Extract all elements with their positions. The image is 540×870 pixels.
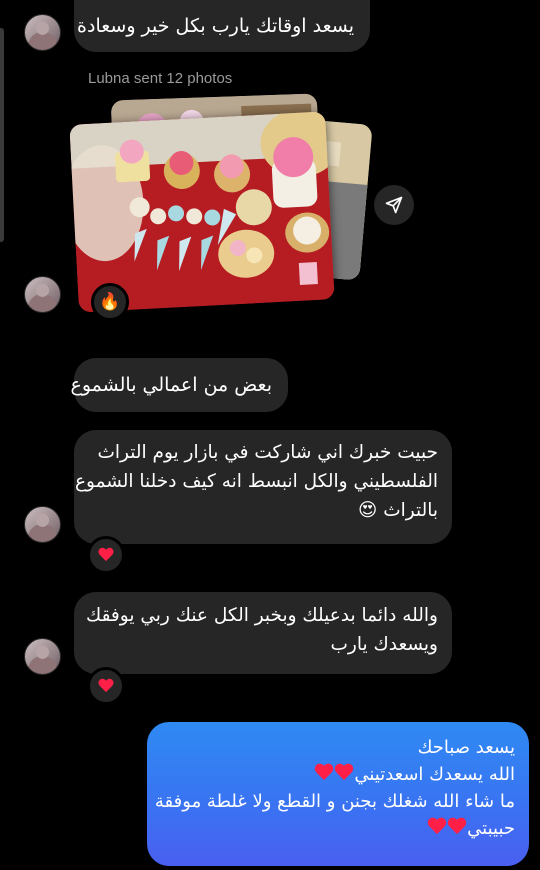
message-text-fragment: الله يسعدك اسعدتيني	[354, 764, 515, 785]
sender-avatar[interactable]	[24, 506, 61, 543]
incoming-message-bubble[interactable]: يسعد اوقاتك يارب بكل خير وسعادة	[74, 0, 370, 52]
message-text: بعض من اعمالي بالشموع	[70, 374, 272, 396]
message-text-fragment: حبيبتي	[467, 818, 515, 839]
message-text-line: الفلسطيني والكل انبسط انه كيف دخلنا الشم…	[74, 471, 438, 493]
sender-avatar[interactable]	[24, 638, 61, 675]
reaction-badge[interactable]: 🔥	[91, 283, 129, 321]
chat-screen: يسعد اوقاتك يارب بكل خير وسعادة Lubna se…	[0, 0, 540, 870]
message-text-line: حبيت خبرك اني شاركت في بازار يوم التراث	[97, 442, 439, 463]
message-text: يسعد اوقاتك يارب بكل خير وسعادة	[77, 15, 354, 37]
send-icon	[385, 196, 403, 214]
photos-sent-label: Lubna sent 12 photos	[88, 70, 233, 87]
message-text-fragment: بالتراث	[383, 500, 438, 522]
reaction-badge[interactable]	[87, 667, 125, 705]
message-text-line: الله يسعدك اسعدتيني	[159, 761, 515, 788]
sender-avatar[interactable]	[24, 276, 61, 313]
heart-icon	[334, 764, 354, 781]
heart-icon	[427, 818, 447, 835]
heart-icon	[447, 818, 467, 835]
message-text-line: يسعد صباحك	[417, 737, 515, 758]
heart-icon	[98, 548, 114, 562]
heart-icon	[98, 679, 114, 693]
incoming-message-bubble[interactable]: بعض من اعمالي بالشموع	[70, 358, 288, 412]
message-text-line: والله دائما بدعيلك وبخبر الكل عنك ربي يو…	[85, 605, 438, 626]
message-text-line: ويسعدك يارب	[330, 634, 439, 656]
incoming-message-bubble[interactable]: والله دائما بدعيلك وبخبر الكل عنك ربي يو…	[74, 592, 452, 674]
scroll-indicator[interactable]	[0, 28, 4, 242]
incoming-message-bubble[interactable]: حبيت خبرك اني شاركت في بازار يوم التراث …	[74, 430, 452, 544]
reaction-badge[interactable]	[87, 536, 125, 574]
message-text-line: ما شاء الله شغلك بجنن و القطع ولا غلطة م…	[154, 791, 515, 812]
fire-emoji-icon: 🔥	[99, 291, 121, 312]
message-text-line: حبيبتي	[159, 815, 515, 842]
outgoing-message-bubble[interactable]: يسعد صباحك الله يسعدك اسعدتيني ما شاء ال…	[147, 722, 529, 866]
message-text-line: بالتراث 😍	[88, 496, 438, 525]
heart-eyes-emoji-icon: 😍	[358, 500, 378, 522]
sender-avatar[interactable]	[24, 14, 61, 51]
heart-icon	[314, 764, 334, 781]
share-button[interactable]	[374, 185, 414, 225]
